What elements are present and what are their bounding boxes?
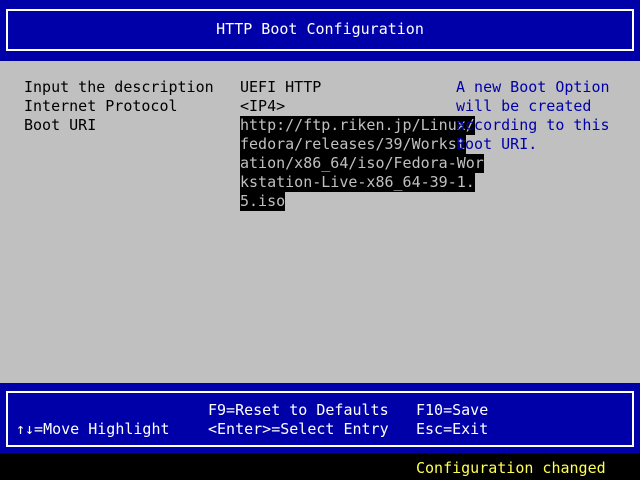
boot-uri-line: fedora/releases/39/Workst <box>240 135 466 154</box>
boot-uri-line: http://ftp.riken.jp/Linux/ <box>240 116 475 135</box>
boot-uri-label: Boot URI <box>24 116 97 134</box>
key-hints-bar: F9=Reset to Defaults F10=Save ↑↓=Move Hi… <box>0 383 640 453</box>
description-label: Input the description <box>24 78 214 96</box>
help-line: Boot URI. <box>456 135 538 153</box>
help-line: A new Boot Option <box>456 78 610 96</box>
description-field[interactable]: UEFI HTTP <box>240 78 321 97</box>
boot-uri-line: ation/x86_64/iso/Fedora-Wor <box>240 154 484 173</box>
protocol-label: Internet Protocol <box>24 97 178 115</box>
protocol-select[interactable]: <IP4> <box>240 97 285 116</box>
header-bar: HTTP Boot Configuration <box>0 0 640 61</box>
save-hint: F10=Save <box>416 401 489 419</box>
exit-hint: Esc=Exit <box>416 420 489 438</box>
status-bar: Configuration changed <box>0 453 640 480</box>
reset-defaults-hint: F9=Reset to Defaults <box>208 401 389 419</box>
page-title: HTTP Boot Configuration <box>216 20 424 38</box>
uefi-setup-screen: HTTP Boot Configuration Input the descri… <box>0 0 640 480</box>
move-highlight-hint: ↑↓=Move Highlight <box>16 420 170 438</box>
status-message: Configuration changed <box>416 459 606 477</box>
select-entry-hint: <Enter>=Select Entry <box>208 420 389 438</box>
help-text: A new Boot Option will be created accord… <box>456 78 632 154</box>
boot-uri-field[interactable]: http://ftp.riken.jp/Linux/ fedora/releas… <box>240 116 484 211</box>
help-line: will be created <box>456 97 592 115</box>
help-line: according to this <box>456 116 610 134</box>
boot-uri-line: 5.iso <box>240 192 286 211</box>
config-panel: Input the description UEFI HTTP Internet… <box>0 61 640 383</box>
boot-uri-line: kstation-Live-x86_64-39-1. <box>240 173 475 192</box>
